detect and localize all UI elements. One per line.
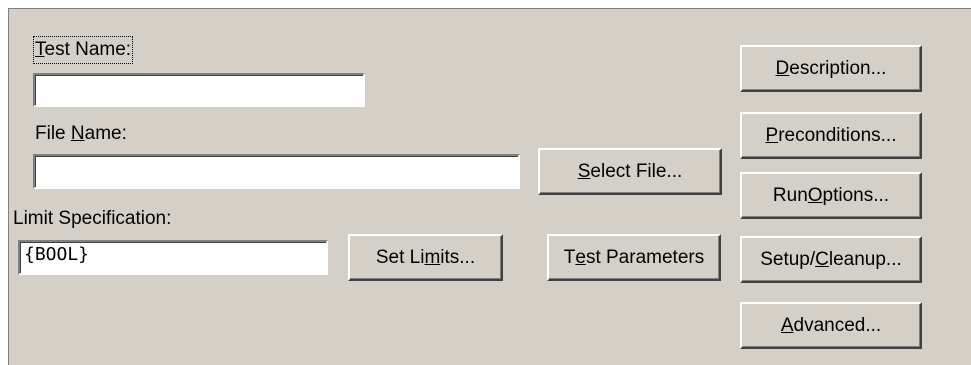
limit-specification-label: Limit Specification:	[13, 208, 172, 229]
preconditions-button[interactable]: Preconditions...	[740, 112, 922, 159]
test-settings-panel: Test Name: File Name: Select File... Lim…	[8, 8, 971, 365]
file-name-input[interactable]	[33, 154, 520, 189]
description-button[interactable]: Description...	[740, 45, 922, 92]
test-parameters-button[interactable]: Te st Parameters	[547, 234, 721, 281]
set-limits-button[interactable]: Set Li m its...	[348, 234, 503, 281]
test-name-input[interactable]	[33, 73, 365, 107]
select-file-button[interactable]: Select File...	[538, 148, 722, 195]
test-name-label: Test Name:	[32, 36, 134, 64]
file-name-label: File Name:	[35, 123, 127, 144]
limit-specification-input[interactable]: {BOOL}	[18, 240, 328, 275]
run-options-button[interactable]: Run Options...	[740, 172, 922, 219]
advanced-button[interactable]: Advanced...	[740, 302, 922, 349]
setup-cleanup-button[interactable]: Setup/Cleanup...	[740, 236, 922, 283]
